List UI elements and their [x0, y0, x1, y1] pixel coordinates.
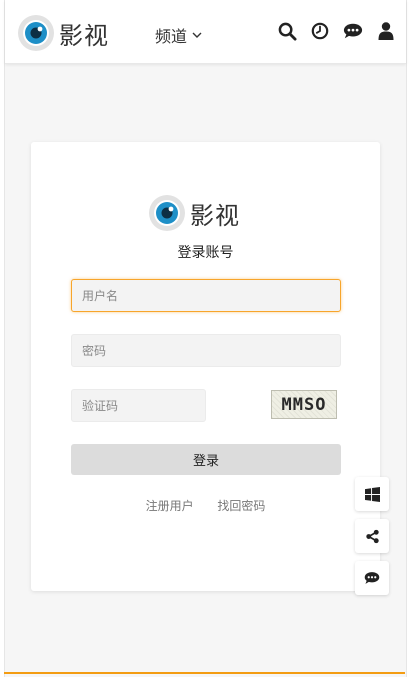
floating-toolbar	[355, 477, 389, 603]
login-card: 影视 登录账号 MMSO 登录 注册用户 找回密码	[31, 142, 380, 591]
chat-icon[interactable]	[343, 21, 363, 41]
chat-icon[interactable]	[355, 561, 389, 595]
forgot-password-link[interactable]: 找回密码	[217, 499, 265, 513]
username-input[interactable]	[71, 279, 341, 312]
user-icon[interactable]	[376, 21, 396, 41]
captcha-input[interactable]	[71, 389, 206, 422]
channel-dropdown[interactable]: 频道	[155, 23, 203, 47]
site-logo[interactable]: 影视	[17, 14, 109, 52]
windows-icon[interactable]	[355, 477, 389, 511]
eye-logo-icon	[149, 195, 185, 231]
logo-text: 影视	[59, 21, 109, 50]
channel-label: 频道	[155, 27, 188, 46]
login-title: 登录账号	[177, 245, 234, 261]
register-link[interactable]: 注册用户	[146, 499, 194, 513]
captcha-image[interactable]: MMSO	[271, 390, 337, 419]
footer-accent-line	[4, 672, 405, 674]
eye-logo-icon	[18, 15, 54, 51]
top-header: 影视 频道	[5, 0, 406, 64]
history-icon[interactable]	[310, 21, 330, 41]
password-input[interactable]	[71, 334, 341, 367]
chevron-down-icon	[192, 32, 202, 38]
page-frame: 影视 频道 影视 登录账号 用户名 验证码 MMSO 登录 注册用户 找回密码	[4, 0, 407, 677]
login-button[interactable]: 登录	[71, 444, 341, 475]
header-actions	[264, 21, 396, 41]
login-logo: 影视	[148, 194, 240, 232]
search-icon[interactable]	[277, 21, 297, 41]
share-icon[interactable]	[355, 519, 389, 553]
captcha-text: MMSO	[281, 394, 327, 415]
login-logo-text: 影视	[190, 201, 240, 230]
login-links: 注册用户 找回密码	[31, 497, 380, 514]
